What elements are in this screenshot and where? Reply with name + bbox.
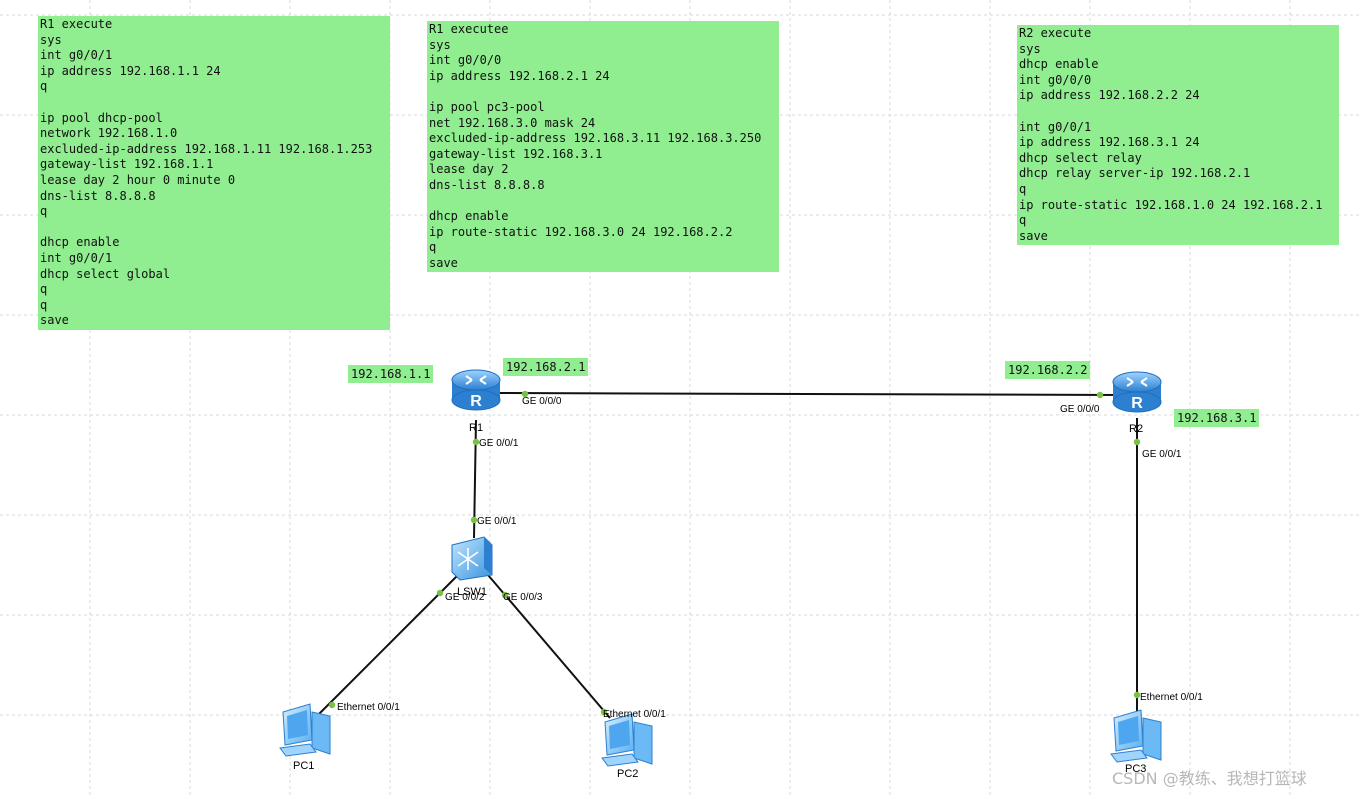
device-label-pc1: PC1 xyxy=(293,760,314,772)
port-label-r2-ge000: GE 0/0/0 xyxy=(1060,404,1100,415)
switch-lsw1[interactable] xyxy=(451,536,493,581)
port-label-pc2-eth: Ethernet 0/0/1 xyxy=(603,709,666,720)
device-label-r2: R2 xyxy=(1129,423,1143,435)
port-label-pc3-eth: Ethernet 0/0/1 xyxy=(1140,692,1203,703)
link-lsw1-pc1[interactable] xyxy=(317,574,459,716)
port-label-pc1-eth: Ethernet 0/0/1 xyxy=(337,702,400,713)
port-label-lsw1-ge003: GE 0/0/3 xyxy=(503,592,543,603)
router-r1[interactable]: R xyxy=(451,369,501,411)
router-r2[interactable]: R xyxy=(1112,371,1162,413)
device-label-r1: R1 xyxy=(469,422,483,434)
port-label-lsw1-ge002: GE 0/0/2 xyxy=(445,592,485,603)
port-dot[interactable] xyxy=(436,589,444,597)
device-label-pc2: PC2 xyxy=(617,768,638,780)
port-label-lsw1-ge001: GE 0/0/1 xyxy=(477,516,517,527)
port-label-r1-ge000: GE 0/0/0 xyxy=(522,396,562,407)
svg-text:R: R xyxy=(1131,395,1143,412)
pc-pc2[interactable] xyxy=(601,713,653,767)
switch-icon xyxy=(451,536,493,581)
pc-icon xyxy=(1110,709,1162,763)
topology-canvas: R R1 R R2 LSW1 PC1 PC2 PC3 GE 0/0/0 GE 0… xyxy=(279,369,1203,780)
csdn-watermark: CSDN @教练、我想打篮球 xyxy=(1112,769,1307,788)
router-icon: R xyxy=(451,369,501,411)
svg-text:R: R xyxy=(470,393,482,410)
port-dot[interactable] xyxy=(328,701,336,709)
port-dot[interactable] xyxy=(1096,391,1104,399)
pc-icon xyxy=(601,713,653,767)
port-label-r2-ge001: GE 0/0/1 xyxy=(1142,449,1182,460)
router-icon: R xyxy=(1112,371,1162,413)
pc-pc3[interactable] xyxy=(1110,709,1162,763)
port-label-r1-ge001: GE 0/0/1 xyxy=(479,438,519,449)
port-dot[interactable] xyxy=(1133,438,1141,446)
link-r1-r2[interactable] xyxy=(496,392,1121,396)
